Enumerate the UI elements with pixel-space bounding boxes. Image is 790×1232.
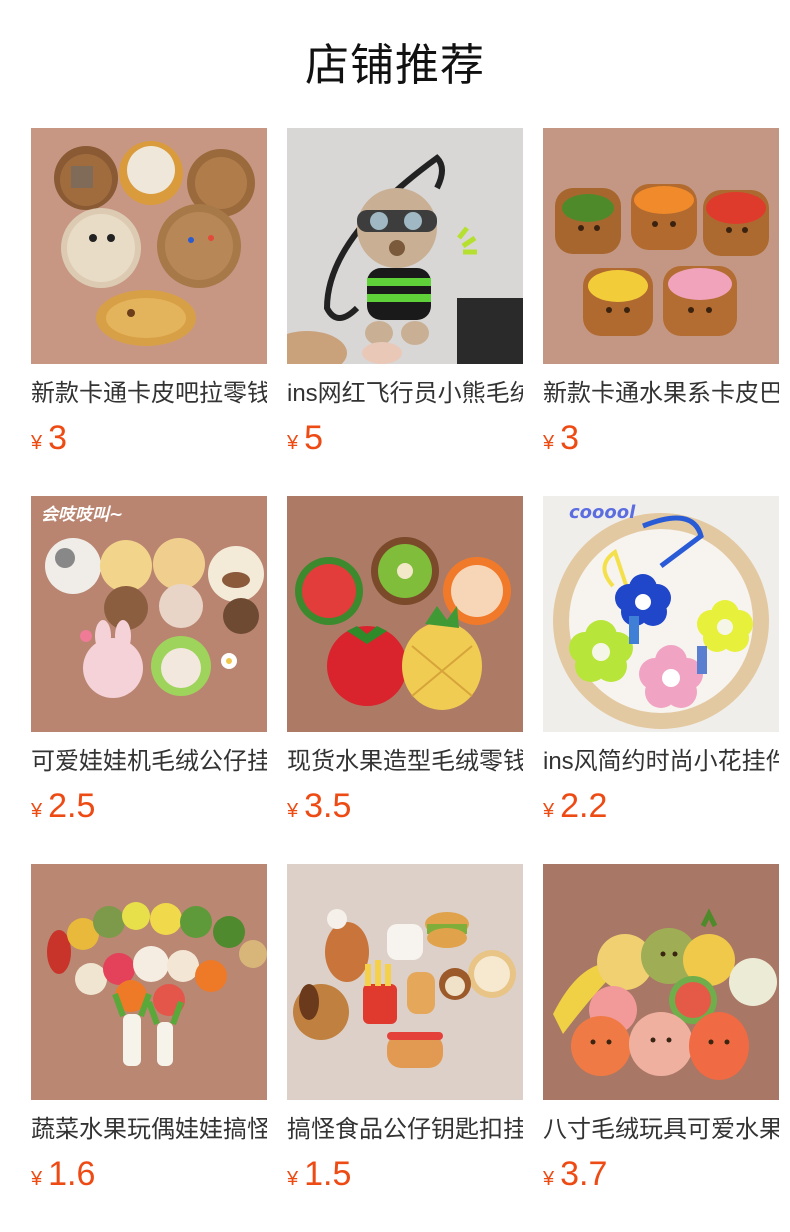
currency-symbol: ¥ xyxy=(543,1168,555,1190)
currency-symbol: ¥ xyxy=(543,432,555,454)
image-caption: 会吱吱叫~ xyxy=(41,505,123,525)
product-price: ¥3 xyxy=(31,416,67,460)
product-name[interactable]: 现货水果造型毛绒零钱包 xyxy=(287,744,523,780)
product-card[interactable]: ins网红飞行员小熊毛绒挂件 ¥5 xyxy=(287,128,523,468)
product-price: ¥3.5 xyxy=(287,784,351,828)
product-image[interactable] xyxy=(287,496,523,732)
product-image[interactable]: cooool xyxy=(543,496,779,732)
product-name[interactable]: 蔬菜水果玩偶娃娃搞怪挂件 xyxy=(31,1112,267,1148)
product-image[interactable] xyxy=(543,128,779,364)
currency-symbol: ¥ xyxy=(543,800,555,822)
product-image[interactable] xyxy=(543,864,779,1100)
product-card[interactable]: cooool ins风简约时尚小花挂件 ¥2.2 xyxy=(543,496,779,836)
product-image[interactable] xyxy=(287,864,523,1100)
price-value: 3.5 xyxy=(304,787,352,825)
currency-symbol: ¥ xyxy=(31,432,43,454)
product-name[interactable]: ins网红飞行员小熊毛绒挂件 xyxy=(287,376,523,412)
product-name[interactable]: 新款卡通卡皮吧拉零钱包 xyxy=(31,376,267,412)
price-value: 2.2 xyxy=(560,787,608,825)
product-grid: 新款卡通卡皮吧拉零钱包 ¥3 ins网红飞行员小熊毛绒挂件 xyxy=(0,0,790,1232)
currency-symbol: ¥ xyxy=(287,1168,299,1190)
product-image[interactable] xyxy=(287,128,523,364)
price-value: 3 xyxy=(560,419,580,457)
product-card[interactable]: 会吱吱叫~ 可爱娃娃机毛绒公仔挂件 ¥2.5 xyxy=(31,496,267,836)
price-value: 2.5 xyxy=(48,787,96,825)
price-value: 1.5 xyxy=(304,1155,352,1193)
product-price: ¥2.2 xyxy=(543,784,607,828)
product-image[interactable] xyxy=(31,864,267,1100)
product-price: ¥1.5 xyxy=(287,1152,351,1196)
product-price: ¥2.5 xyxy=(31,784,95,828)
currency-symbol: ¥ xyxy=(287,432,299,454)
currency-symbol: ¥ xyxy=(31,1168,43,1190)
product-price: ¥1.6 xyxy=(31,1152,95,1196)
product-card[interactable]: 现货水果造型毛绒零钱包 ¥3.5 xyxy=(287,496,523,836)
product-image[interactable]: 会吱吱叫~ xyxy=(31,496,267,732)
price-value: 5 xyxy=(304,419,324,457)
product-price: ¥3 xyxy=(543,416,579,460)
product-name[interactable]: 八寸毛绒玩具可爱水果公仔 xyxy=(543,1112,779,1148)
product-name[interactable]: ins风简约时尚小花挂件 xyxy=(543,744,779,780)
price-value: 1.6 xyxy=(48,1155,96,1193)
product-image[interactable] xyxy=(31,128,267,364)
product-card[interactable]: 新款卡通水果系卡皮巴拉零钱包 ¥3 xyxy=(543,128,779,468)
product-name[interactable]: 可爱娃娃机毛绒公仔挂件 xyxy=(31,744,267,780)
image-caption: cooool xyxy=(569,502,636,523)
product-card[interactable]: 搞怪食品公仔钥匙扣挂件 ¥1.5 xyxy=(287,864,523,1204)
currency-symbol: ¥ xyxy=(31,800,43,822)
currency-symbol: ¥ xyxy=(287,800,299,822)
price-value: 3.7 xyxy=(560,1155,608,1193)
product-price: ¥5 xyxy=(287,416,323,460)
product-card[interactable]: 八寸毛绒玩具可爱水果公仔 ¥3.7 xyxy=(543,864,779,1204)
price-value: 3 xyxy=(48,419,68,457)
product-price: ¥3.7 xyxy=(543,1152,607,1196)
product-card[interactable]: 新款卡通卡皮吧拉零钱包 ¥3 xyxy=(31,128,267,468)
product-name[interactable]: 搞怪食品公仔钥匙扣挂件 xyxy=(287,1112,523,1148)
product-name[interactable]: 新款卡通水果系卡皮巴拉零钱包 xyxy=(543,376,779,412)
product-card[interactable]: 蔬菜水果玩偶娃娃搞怪挂件 ¥1.6 xyxy=(31,864,267,1204)
